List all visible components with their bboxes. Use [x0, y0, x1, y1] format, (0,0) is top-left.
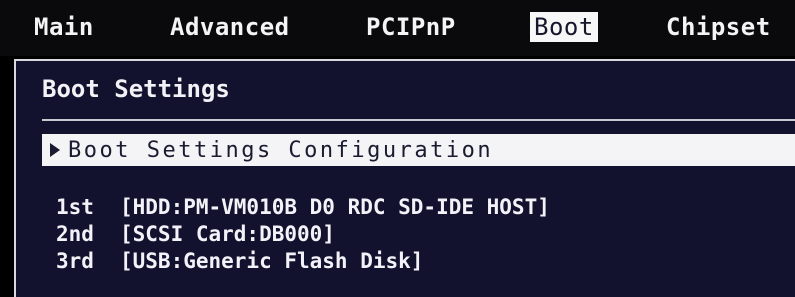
boot-device-name: [HDD:PM-VM010B D0 RDC SD-IDE HOST]	[120, 195, 550, 219]
divider	[42, 119, 795, 121]
tab-chipset[interactable]: Chipset	[662, 12, 775, 42]
boot-order-label: 1st	[56, 195, 94, 219]
boot-settings-configuration-item[interactable]: Boot Settings Configuration	[42, 134, 795, 166]
boot-device-name: [SCSI Card:DB000]	[120, 222, 335, 246]
boot-device-name: [USB:Generic Flash Disk]	[120, 249, 424, 273]
bios-screen: Main Advanced PCIPnP Boot Chipset Boot S…	[0, 0, 795, 297]
tab-advanced[interactable]: Advanced	[166, 12, 294, 42]
boot-device-row-1st[interactable]: 1st [HDD:PM-VM010B D0 RDC SD-IDE HOST]	[56, 194, 550, 221]
tab-main[interactable]: Main	[30, 12, 98, 42]
boot-order-label: 3rd	[56, 249, 94, 273]
menu-bar: Main Advanced PCIPnP Boot Chipset	[0, 0, 795, 56]
tab-boot[interactable]: Boot	[530, 12, 598, 42]
submenu-pointer-icon	[50, 143, 60, 157]
panel-title: Boot Settings	[42, 75, 230, 103]
tab-pcipnp[interactable]: PCIPnP	[362, 12, 460, 42]
boot-device-row-2nd[interactable]: 2nd [SCSI Card:DB000]	[56, 221, 550, 248]
boot-order-label: 2nd	[56, 222, 94, 246]
boot-settings-panel: Boot Settings Boot Settings Configuratio…	[14, 59, 795, 297]
selected-item-label: Boot Settings Configuration	[68, 137, 494, 163]
boot-device-row-3rd[interactable]: 3rd [USB:Generic Flash Disk]	[56, 248, 550, 275]
boot-device-list: 1st [HDD:PM-VM010B D0 RDC SD-IDE HOST] 2n…	[56, 194, 550, 275]
